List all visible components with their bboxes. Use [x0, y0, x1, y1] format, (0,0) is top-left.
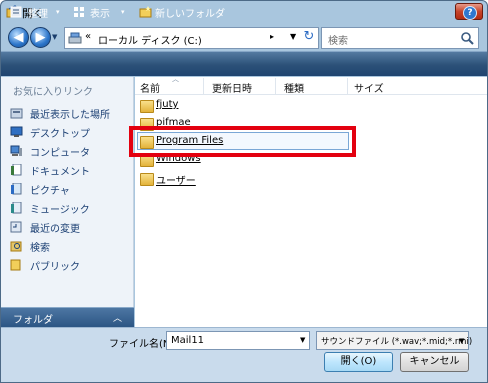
help-icon[interactable]: ? — [463, 6, 477, 20]
filename-dropdown-icon[interactable]: ▼ — [300, 336, 305, 344]
column-divider[interactable] — [275, 78, 276, 94]
refresh-icon[interactable]: ↻ — [301, 29, 317, 45]
organize-button[interactable]: 整理 — [28, 5, 48, 20]
nav-item-recent-places[interactable]: 最近表示した場所 — [10, 105, 132, 122]
chevron-up-icon: ︿ — [113, 314, 123, 324]
column-divider[interactable] — [203, 78, 204, 94]
column-modified[interactable]: 更新日時 — [212, 80, 252, 95]
nav-label: 最近表示した場所 — [30, 110, 110, 121]
back-button[interactable]: ◀ — [8, 27, 29, 48]
public-folder-icon — [10, 259, 21, 271]
folders-toggle[interactable]: フォルダ ︿ — [1, 307, 134, 327]
folder-icon — [140, 173, 154, 186]
file-type-dropdown-icon[interactable]: ▼ — [459, 337, 464, 345]
views-dropdown-icon[interactable]: ▾ — [121, 8, 125, 16]
nav-label: 最近の変更 — [30, 224, 80, 235]
nav-item-recently-changed[interactable]: 最近の変更 — [10, 219, 132, 236]
pictures-icon — [11, 183, 22, 195]
annotation-highlight-box — [129, 126, 356, 157]
forward-arrow-icon: ▶ — [35, 30, 46, 45]
views-button[interactable]: 表示 — [90, 5, 110, 20]
sort-ascending-icon: ︿ — [172, 75, 179, 83]
folders-label: フォルダ — [13, 315, 53, 326]
address-dropdown-icon[interactable]: ▼ — [290, 32, 296, 41]
nav-label: ドキュメント — [30, 167, 90, 178]
search-placeholder: 検索 — [328, 36, 348, 47]
nav-item-computer[interactable]: コンピュータ — [10, 143, 132, 160]
searches-icon — [10, 241, 22, 252]
nav-label: ミュージック — [30, 205, 90, 216]
column-name[interactable]: 名前 — [140, 80, 160, 95]
filename-value: Mail11 — [171, 335, 205, 346]
nav-item-searches[interactable]: 検索 — [10, 238, 132, 255]
column-header-row: 名前 更新日時 種類 サイズ — [135, 77, 487, 95]
back-arrow-icon: ◀ — [13, 30, 24, 45]
documents-icon — [11, 164, 22, 176]
nav-item-documents[interactable]: ドキュメント — [10, 162, 132, 179]
organize-icon — [10, 6, 22, 18]
nav-label: 検索 — [30, 243, 50, 254]
forward-button[interactable]: ▶ — [30, 27, 51, 48]
nav-label: ピクチャ — [30, 186, 70, 197]
search-icon[interactable] — [460, 31, 474, 45]
computer-icon — [10, 145, 22, 156]
history-dropdown-icon[interactable]: ▼ — [52, 33, 57, 41]
filename-input[interactable]: Mail11 ▼ — [166, 331, 310, 350]
open-button[interactable]: 開く(O) — [324, 352, 393, 372]
new-folder-button[interactable]: 新しいフォルダ — [155, 5, 225, 20]
nav-item-public[interactable]: パブリック — [10, 257, 132, 274]
organize-dropdown-icon[interactable]: ▾ — [56, 8, 60, 16]
local-disk-icon — [68, 32, 82, 44]
recent-places-icon — [10, 108, 23, 119]
favorite-links-header: お気に入りリンク — [13, 87, 93, 98]
address-arrow-icon[interactable]: ▸ — [270, 32, 274, 41]
desktop-icon — [10, 126, 23, 137]
folder-icon — [140, 100, 154, 113]
file-row[interactable]: fjuty — [140, 97, 340, 115]
file-row[interactable]: ユーザー — [140, 170, 340, 188]
nav-item-pictures[interactable]: ピクチャ — [10, 181, 132, 198]
cancel-button[interactable]: キャンセル — [400, 352, 469, 372]
file-name: fjuty — [156, 99, 179, 110]
file-name: ユーザー — [156, 176, 196, 187]
nav-item-music[interactable]: ミュージック — [10, 200, 132, 217]
address-bar[interactable]: « ローカル ディスク (C:) ▸ — [64, 27, 319, 49]
recently-changed-icon — [10, 221, 22, 233]
views-icon — [74, 7, 84, 17]
nav-label: デスクトップ — [30, 129, 90, 140]
address-overflow-icon[interactable]: « — [85, 31, 91, 42]
file-type-value: サウンドファイル (*.wav;*.mid;*.rmi) — [321, 337, 473, 347]
nav-label: コンピュータ — [30, 148, 90, 159]
address-path[interactable]: ローカル ディスク (C:) — [98, 32, 202, 47]
music-icon — [11, 202, 22, 214]
file-type-select[interactable]: サウンドファイル (*.wav;*.mid;*.rmi) ▼ — [316, 331, 473, 350]
nav-label: パブリック — [30, 262, 80, 273]
toolbar — [1, 51, 487, 76]
new-folder-icon — [139, 6, 152, 18]
column-divider[interactable] — [347, 78, 348, 94]
nav-item-desktop[interactable]: デスクトップ — [10, 124, 132, 141]
column-size[interactable]: サイズ — [354, 80, 384, 95]
column-type[interactable]: 種類 — [284, 80, 304, 95]
search-input[interactable]: 検索 — [321, 27, 479, 49]
